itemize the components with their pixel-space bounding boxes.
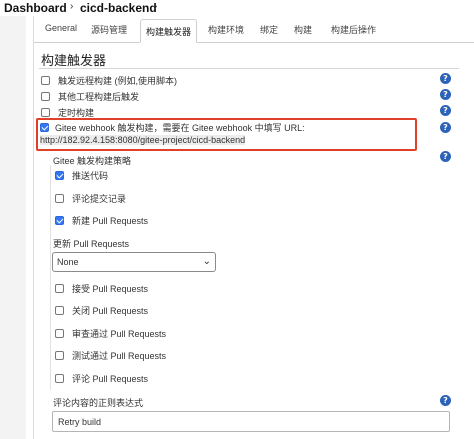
- chevron-down-icon: ⌄: [202, 256, 211, 267]
- trigger-cron-row[interactable]: 定时构建: [41, 105, 94, 119]
- strategy-comment-commit-checkbox[interactable]: [55, 193, 64, 203]
- strategy-new-pr-row[interactable]: 新建 Pull Requests: [55, 213, 148, 227]
- pr-comment-row[interactable]: 评论 Pull Requests: [55, 371, 148, 385]
- comment-regex-input[interactable]: Retry build: [52, 411, 450, 432]
- strategy-push-row[interactable]: 推送代码: [55, 168, 108, 182]
- breadcrumb: Dashboard › cicd-backend ›: [0, 0, 474, 16]
- pr-review-label: 审查通过 Pull Requests: [72, 328, 167, 339]
- tab-build[interactable]: 构建: [294, 23, 312, 36]
- pr-close-label: 关闭 Pull Requests: [72, 305, 149, 316]
- pr-comment-checkbox[interactable]: [55, 373, 64, 383]
- tab-bindings[interactable]: 绑定: [260, 23, 278, 36]
- pr-accept-checkbox[interactable]: [55, 283, 64, 293]
- trigger-remote-row[interactable]: 触发远程构建 (例如,使用脚本): [41, 73, 177, 87]
- pr-review-row[interactable]: 审查通过 Pull Requests: [55, 326, 166, 340]
- config-outline: [33, 16, 34, 439]
- help-icon[interactable]: ?: [440, 73, 451, 84]
- breadcrumb-dashboard[interactable]: Dashboard: [4, 1, 67, 15]
- gitee-webhook-row[interactable]: Gitee webhook 触发构建，需要在 Gitee webhook 中填写…: [40, 122, 414, 146]
- trigger-upstream-row[interactable]: 其他工程构建后触发: [41, 89, 139, 103]
- trigger-cron-checkbox[interactable]: [41, 107, 50, 117]
- pr-comment-label: 评论 Pull Requests: [72, 373, 149, 384]
- strategy-new-pr-checkbox[interactable]: [55, 215, 64, 225]
- strategy-push-label: 推送代码: [72, 170, 109, 181]
- strategy-comment-commit-label: 评论提交记录: [72, 193, 127, 204]
- strategy-new-pr-label: 新建 Pull Requests: [72, 215, 149, 226]
- pr-test-label: 测试通过 Pull Requests: [72, 350, 167, 361]
- pr-review-checkbox[interactable]: [55, 328, 64, 338]
- gitee-webhook-url: http://182.92.4.158:8080/gitee-project/c…: [40, 135, 246, 145]
- strategy-comment-commit-row[interactable]: 评论提交记录: [55, 191, 126, 205]
- pr-close-row[interactable]: 关闭 Pull Requests: [55, 303, 148, 317]
- tab-post-build[interactable]: 构建后操作: [331, 23, 376, 36]
- pr-accept-row[interactable]: 接受 Pull Requests: [55, 281, 148, 295]
- trigger-remote-label: 触发远程构建 (例如,使用脚本): [58, 75, 177, 86]
- help-icon[interactable]: ?: [440, 122, 451, 133]
- help-icon[interactable]: ?: [440, 395, 451, 406]
- tab-general[interactable]: General: [45, 23, 77, 33]
- nested-options-outline: [50, 165, 51, 390]
- config-tabs: General 源码管理 构建触发器 构建环境 绑定 构建 构建后操作: [34, 19, 474, 43]
- gitee-webhook-label: Gitee webhook 触发构建，需要在 Gitee webhook 中填写…: [55, 123, 305, 133]
- breadcrumb-separator-icon: ›: [70, 1, 74, 12]
- gitee-webhook-checkbox[interactable]: [40, 123, 49, 132]
- breadcrumb-dropdown-icon[interactable]: ›: [154, 1, 157, 12]
- trigger-upstream-checkbox[interactable]: [41, 91, 50, 101]
- update-pr-select[interactable]: None ⌄: [52, 252, 216, 272]
- help-icon[interactable]: ?: [440, 151, 451, 162]
- trigger-remote-checkbox[interactable]: [41, 75, 50, 85]
- pr-test-row[interactable]: 测试通过 Pull Requests: [55, 348, 166, 362]
- tab-scm[interactable]: 源码管理: [91, 23, 127, 36]
- section-divider: [39, 68, 459, 69]
- update-pr-selected-value: None: [57, 257, 79, 267]
- trigger-cron-label: 定时构建: [58, 107, 95, 118]
- section-title: 构建触发器: [41, 53, 107, 68]
- strategy-title: Gitee 触发构建策略: [53, 156, 132, 166]
- pr-accept-label: 接受 Pull Requests: [72, 283, 149, 294]
- comment-regex-label: 评论内容的正则表达式: [53, 398, 144, 408]
- pr-close-checkbox[interactable]: [55, 305, 64, 315]
- update-pr-label: 更新 Pull Requests: [53, 239, 130, 249]
- comment-regex-value: Retry build: [58, 416, 102, 427]
- help-icon[interactable]: ?: [440, 89, 451, 100]
- help-icon[interactable]: ?: [440, 105, 451, 116]
- tab-build-triggers[interactable]: 构建触发器: [140, 19, 198, 43]
- strategy-push-checkbox[interactable]: [55, 170, 64, 180]
- tab-build-environment[interactable]: 构建环境: [208, 23, 244, 36]
- pr-test-checkbox[interactable]: [55, 350, 64, 360]
- trigger-upstream-label: 其他工程构建后触发: [58, 91, 140, 102]
- left-sidebar-strip: [0, 16, 26, 439]
- breadcrumb-project[interactable]: cicd-backend: [80, 1, 157, 15]
